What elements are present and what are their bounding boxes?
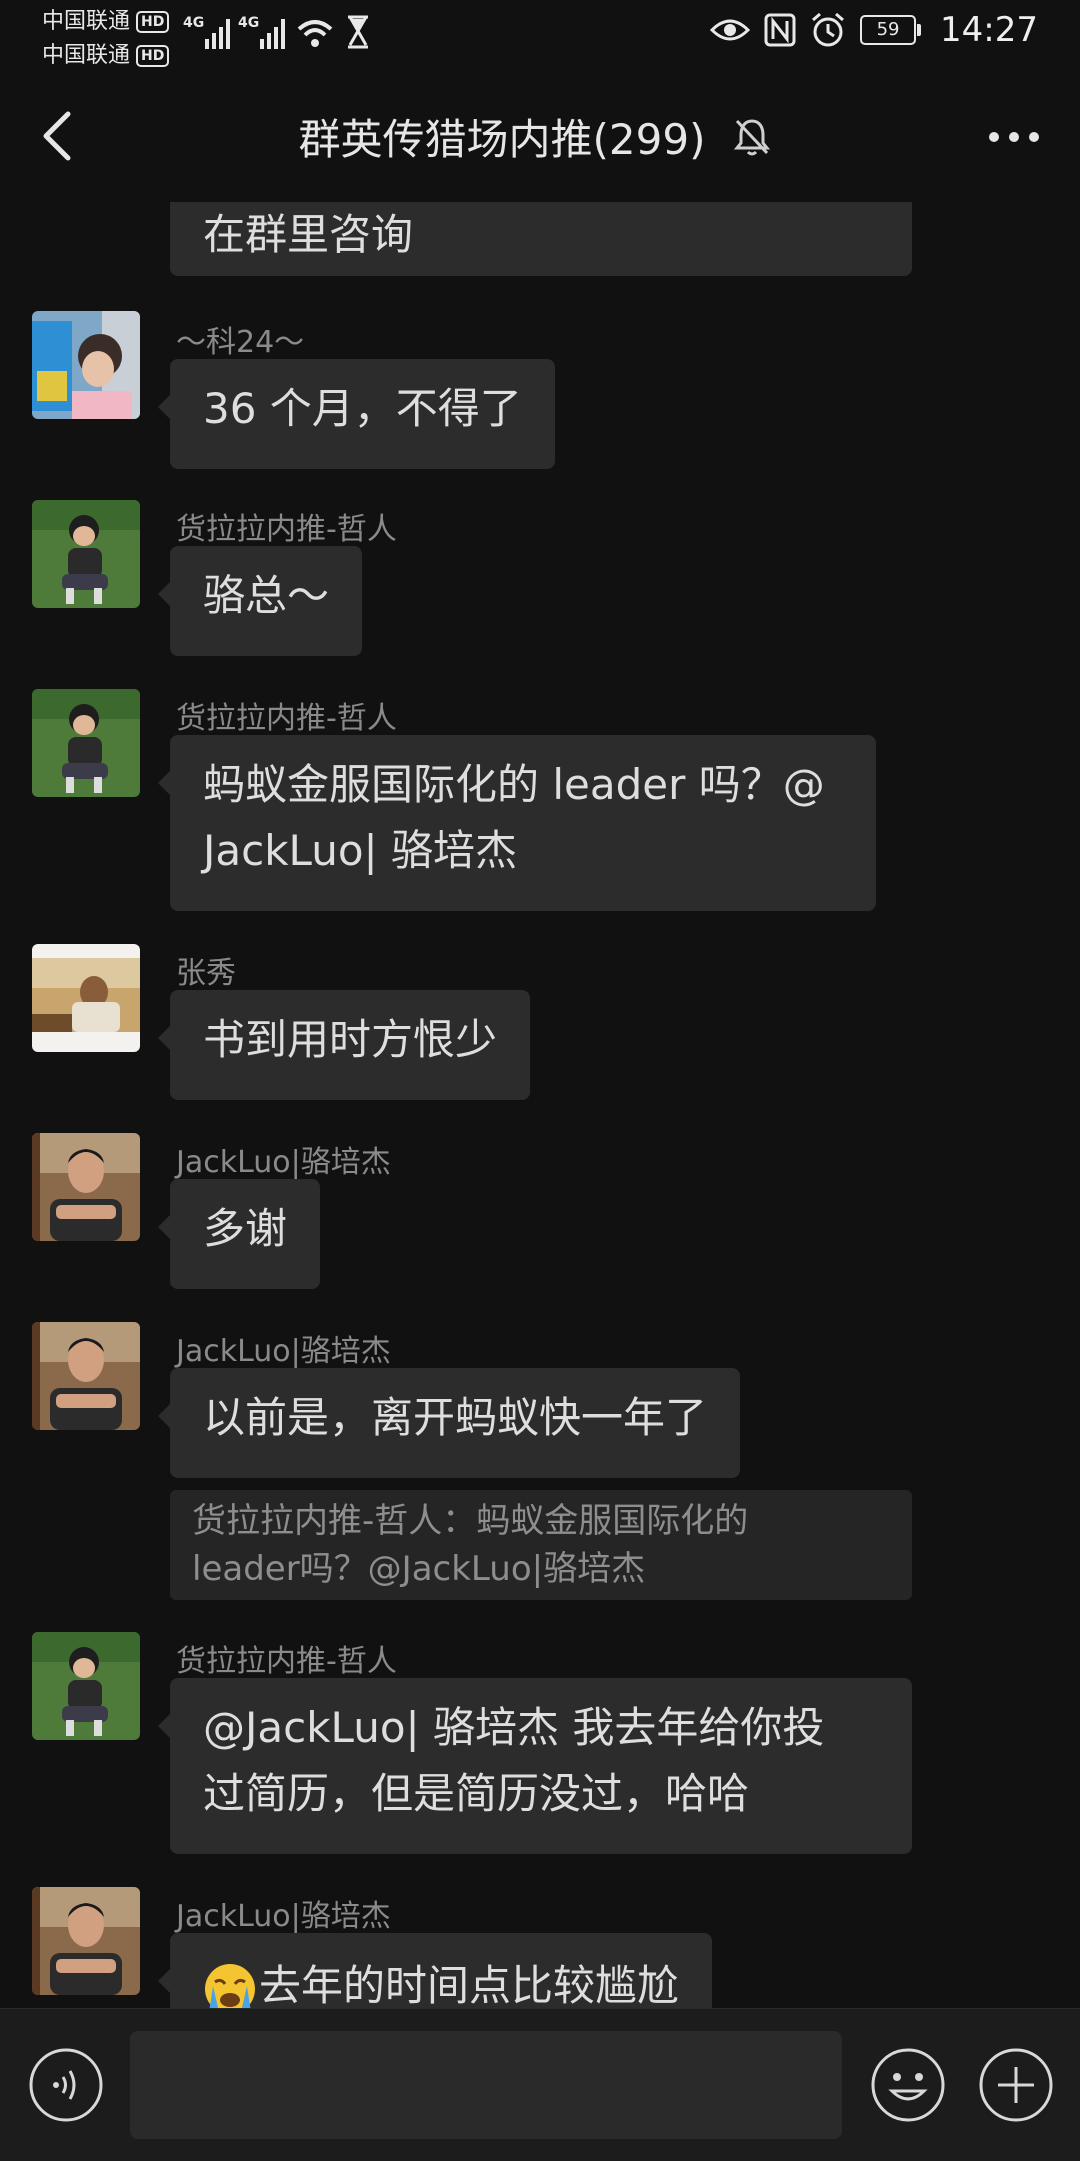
- message-bubble[interactable]: 骆总～: [157, 546, 363, 656]
- emoji-icon[interactable]: [870, 2047, 946, 2123]
- sender-name: 货拉拉内推-哲人: [176, 1644, 397, 1679]
- quoted-message[interactable]: 货拉拉内推-哲人：蚂蚁金服国际化的 leader吗？@JackLuo|骆培杰: [170, 1490, 912, 1600]
- sender-name: JackLuo|骆培杰: [176, 1145, 391, 1180]
- message-bubble[interactable]: 在群里咨询: [170, 202, 912, 276]
- message-bubble[interactable]: 多谢: [157, 1179, 321, 1289]
- avatar[interactable]: [32, 1632, 140, 1740]
- message-bubble[interactable]: 以前是，离开蚂蚁快一年了: [157, 1368, 741, 1478]
- more-options-icon[interactable]: [984, 122, 1044, 152]
- sender-name: 货拉拉内推-哲人: [176, 701, 397, 736]
- battery-icon: 59: [860, 15, 922, 45]
- alarm-icon: [812, 12, 844, 47]
- loudly-crying-face-icon: [205, 1963, 255, 2008]
- sender-name: ～科24～: [176, 325, 305, 360]
- input-bar: [0, 2008, 1080, 2161]
- message-text-line: 蚂蚁金服国际化的 leader 吗？@: [203, 760, 825, 809]
- message-bubble[interactable]: 36 个月，不得了: [158, 359, 555, 469]
- quote-text-line: 货拉拉内推-哲人：蚂蚁金服国际化的: [192, 1501, 749, 1541]
- avatar[interactable]: [32, 689, 140, 797]
- message-text: 骆总～: [203, 571, 330, 620]
- avatar[interactable]: [32, 311, 140, 419]
- plus-icon[interactable]: [978, 2047, 1054, 2123]
- hd-badge: HD: [136, 45, 170, 67]
- quote-text-line: leader吗？@JackLuo|骆培杰: [192, 1549, 646, 1589]
- carrier-name: 中国联通: [42, 43, 131, 68]
- sender-name: 货拉拉内推-哲人: [176, 512, 397, 547]
- message-bubble[interactable]: 去年的时间点比较尴尬: [157, 1933, 713, 2008]
- mute-bell-icon: [734, 118, 771, 155]
- message-input[interactable]: [130, 2031, 842, 2139]
- message-text: 书到用时方恨少: [203, 1015, 498, 1064]
- eye-icon: [710, 19, 751, 41]
- signal-icon: 4G: [183, 15, 230, 49]
- avatar[interactable]: [32, 1133, 140, 1241]
- status-right: 59 14:27: [710, 10, 1038, 50]
- message-bubble[interactable]: 蚂蚁金服国际化的 leader 吗？@ JackLuo| 骆培杰: [158, 735, 876, 911]
- carrier-info: 中国联通 HD 中国联通 HD: [42, 5, 170, 73]
- voice-input-icon[interactable]: [28, 2047, 104, 2123]
- chat-title: 群英传猎场内推(299): [298, 115, 706, 164]
- signal-icon: 4G: [238, 15, 285, 49]
- signal-indicators: 4G 4G: [183, 15, 371, 49]
- wifi-icon: [297, 20, 333, 47]
- message-text: 去年的时间点比较尴尬: [259, 1961, 680, 2008]
- avatar[interactable]: [32, 500, 140, 608]
- message-text-line: @JackLuo| 骆培杰 我去年给你投: [203, 1703, 825, 1752]
- message-text-line: 过简历，但是简历没过，哈哈: [203, 1769, 750, 1818]
- message-text: 36 个月，不得了: [203, 384, 522, 433]
- nfc-icon: [764, 13, 796, 47]
- clock: 14:27: [940, 10, 1038, 50]
- message-text: 多谢: [203, 1204, 288, 1253]
- avatar[interactable]: [32, 1887, 140, 1995]
- sender-name: JackLuo|骆培杰: [176, 1899, 391, 1934]
- avatar[interactable]: [32, 1322, 140, 1430]
- chat-header: 群英传猎场内推(299): [0, 70, 1080, 202]
- message-text: 以前是，离开蚂蚁快一年了: [203, 1393, 708, 1442]
- hd-badge: HD: [136, 11, 170, 33]
- sender-name: 张秀: [176, 956, 236, 991]
- message-bubble[interactable]: 书到用时方恨少: [157, 990, 531, 1100]
- message-text-line: JackLuo| 骆培杰: [203, 826, 518, 875]
- status-bar: 中国联通 HD 中国联通 HD 4G 4G 59 14:27: [0, 0, 1080, 70]
- carrier-name: 中国联通: [42, 9, 131, 34]
- message-list[interactable]: 在群里咨询 ～科24～ 36 个月，不得了 货拉拉内推-哲人 骆总～ 货拉拉内推…: [0, 202, 1080, 2008]
- message-bubble[interactable]: @JackLuo| 骆培杰 我去年给你投 过简历，但是简历没过，哈哈: [158, 1678, 912, 1854]
- hourglass-icon: [348, 15, 368, 49]
- avatar[interactable]: [32, 944, 140, 1052]
- sender-name: JackLuo|骆培杰: [176, 1334, 391, 1369]
- message-text: 在群里咨询: [203, 210, 414, 259]
